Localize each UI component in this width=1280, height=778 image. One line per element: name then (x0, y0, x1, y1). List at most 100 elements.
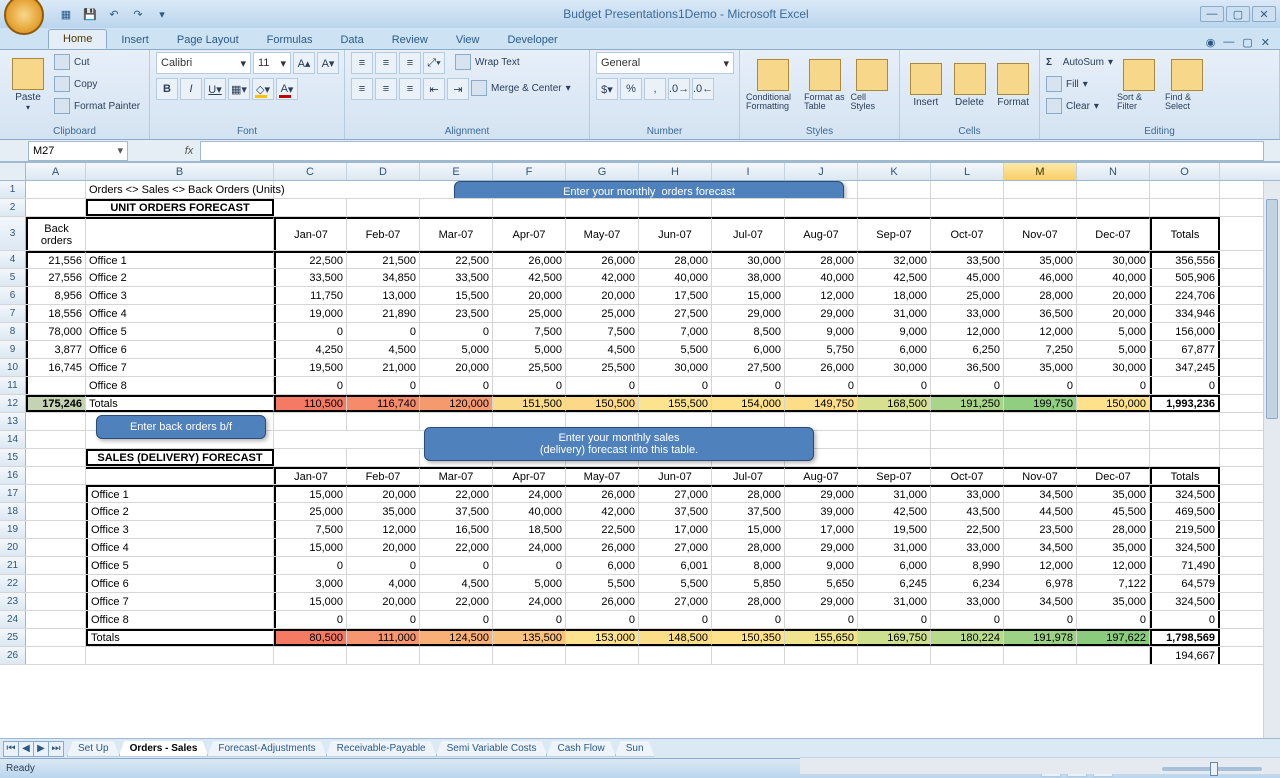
col-header-G[interactable]: G (566, 163, 639, 180)
cell[interactable]: 347,245 (1150, 359, 1220, 376)
cell[interactable]: 28,000 (712, 593, 785, 610)
cell[interactable]: 23,500 (420, 305, 493, 322)
cell[interactable]: 35,000 (1004, 251, 1077, 268)
accounting-button[interactable]: $▾ (596, 78, 618, 100)
cell[interactable]: 19,000 (274, 305, 347, 322)
orientation-button[interactable]: ⤢▾ (423, 52, 445, 74)
cell[interactable]: 29,000 (785, 593, 858, 610)
row-header[interactable]: 7 (0, 305, 26, 322)
cell[interactable]: 22,000 (420, 485, 493, 502)
sheet-tab[interactable]: Set Up (67, 741, 120, 757)
mdi-minimize-icon[interactable]: — (1223, 36, 1234, 49)
cell[interactable]: 0 (347, 557, 420, 574)
cell[interactable]: Jun-07 (639, 217, 712, 250)
cell[interactable]: 29,000 (785, 305, 858, 322)
sheet-tab[interactable]: Semi Variable Costs (436, 741, 548, 757)
cell[interactable]: 29,000 (785, 539, 858, 556)
cell[interactable] (347, 647, 420, 664)
cell[interactable]: 27,000 (639, 485, 712, 502)
cell[interactable]: 111,000 (347, 629, 420, 646)
cell[interactable] (26, 539, 86, 556)
cell[interactable]: 135,500 (493, 629, 566, 646)
cell[interactable]: 5,500 (566, 575, 639, 592)
fill-button[interactable]: Fill▾ (1046, 74, 1113, 94)
cell[interactable]: 156,000 (1150, 323, 1220, 340)
cell[interactable]: 31,000 (858, 305, 931, 322)
cell[interactable]: 150,500 (566, 395, 639, 412)
cell[interactable] (858, 431, 931, 448)
cell[interactable]: 29,000 (785, 485, 858, 502)
cell[interactable] (26, 647, 86, 664)
cell[interactable]: 5,000 (420, 341, 493, 358)
redo-icon[interactable]: ↷ (128, 4, 148, 24)
save-icon[interactable]: 💾 (80, 4, 100, 24)
fill-color-button[interactable]: ◇▾ (252, 78, 274, 100)
font-color-button[interactable]: A▾ (276, 78, 298, 100)
cell[interactable]: 324,500 (1150, 539, 1220, 556)
cell[interactable]: 6,250 (931, 341, 1004, 358)
delete-cells-button[interactable]: Delete (950, 52, 990, 118)
cell[interactable]: 7,500 (493, 323, 566, 340)
cell[interactable]: 0 (858, 611, 931, 628)
cell[interactable] (931, 431, 1004, 448)
col-header-K[interactable]: K (858, 163, 931, 180)
cell[interactable]: 168,500 (858, 395, 931, 412)
row-header[interactable]: 1 (0, 181, 26, 198)
cell[interactable]: 29,000 (712, 305, 785, 322)
cell[interactable]: 17,000 (639, 521, 712, 538)
cell[interactable]: 26,000 (785, 359, 858, 376)
cell[interactable]: 37,500 (639, 503, 712, 520)
cell[interactable]: 0 (1150, 611, 1220, 628)
cell[interactable]: 149,750 (785, 395, 858, 412)
tab-data[interactable]: Data (326, 31, 377, 49)
cell[interactable]: 15,000 (274, 593, 347, 610)
col-header-L[interactable]: L (931, 163, 1004, 180)
cell[interactable] (420, 647, 493, 664)
cell[interactable] (858, 413, 931, 430)
cell[interactable]: 33,000 (931, 485, 1004, 502)
increase-indent-button[interactable]: ⇥ (447, 78, 469, 100)
font-size-combo[interactable]: 11▾ (253, 52, 291, 74)
cell[interactable]: 30,000 (1077, 251, 1150, 268)
sort-filter-button[interactable]: Sort & Filter (1117, 52, 1161, 118)
cell[interactable]: 120,000 (420, 395, 493, 412)
cell[interactable] (274, 199, 347, 216)
cell[interactable] (566, 199, 639, 216)
cell[interactable]: 0 (1077, 611, 1150, 628)
copy-button[interactable]: Copy (54, 74, 140, 94)
cell[interactable]: 5,000 (1077, 323, 1150, 340)
cell[interactable]: 12,000 (1077, 557, 1150, 574)
cell[interactable] (493, 647, 566, 664)
cell[interactable] (1004, 413, 1077, 430)
cell[interactable]: Enter back orders b/f (86, 413, 274, 430)
cell[interactable]: 25,000 (931, 287, 1004, 304)
cell[interactable]: 24,000 (493, 593, 566, 610)
cell[interactable]: 0 (493, 611, 566, 628)
mdi-close-icon[interactable]: ✕ (1261, 36, 1270, 49)
cell[interactable]: 15,500 (420, 287, 493, 304)
cell[interactable]: 24,000 (493, 485, 566, 502)
cell[interactable]: 324,500 (1150, 593, 1220, 610)
cell[interactable]: Totals (86, 395, 274, 412)
cell[interactable]: 0 (931, 611, 1004, 628)
cell[interactable]: 42,500 (858, 269, 931, 286)
cell[interactable]: Back orders (26, 217, 86, 250)
cell[interactable]: 148,500 (639, 629, 712, 646)
cell[interactable] (26, 557, 86, 574)
cell[interactable]: 22,500 (274, 251, 347, 268)
cell[interactable]: 13,000 (347, 287, 420, 304)
cell[interactable]: 20,000 (347, 539, 420, 556)
cell[interactable]: 35,000 (1004, 359, 1077, 376)
cell[interactable]: 0 (274, 611, 347, 628)
cell[interactable]: 154,000 (712, 395, 785, 412)
cell[interactable]: 6,245 (858, 575, 931, 592)
font-name-combo[interactable]: Calibri▾ (156, 52, 251, 74)
cell[interactable]: 38,000 (712, 269, 785, 286)
row-header[interactable]: 10 (0, 359, 26, 376)
cell[interactable]: 9,000 (785, 323, 858, 340)
cell[interactable]: 28,000 (712, 539, 785, 556)
col-header-B[interactable]: B (86, 163, 274, 180)
cell[interactable] (858, 647, 931, 664)
cell[interactable]: 16,745 (26, 359, 86, 376)
cell[interactable]: 0 (493, 377, 566, 394)
